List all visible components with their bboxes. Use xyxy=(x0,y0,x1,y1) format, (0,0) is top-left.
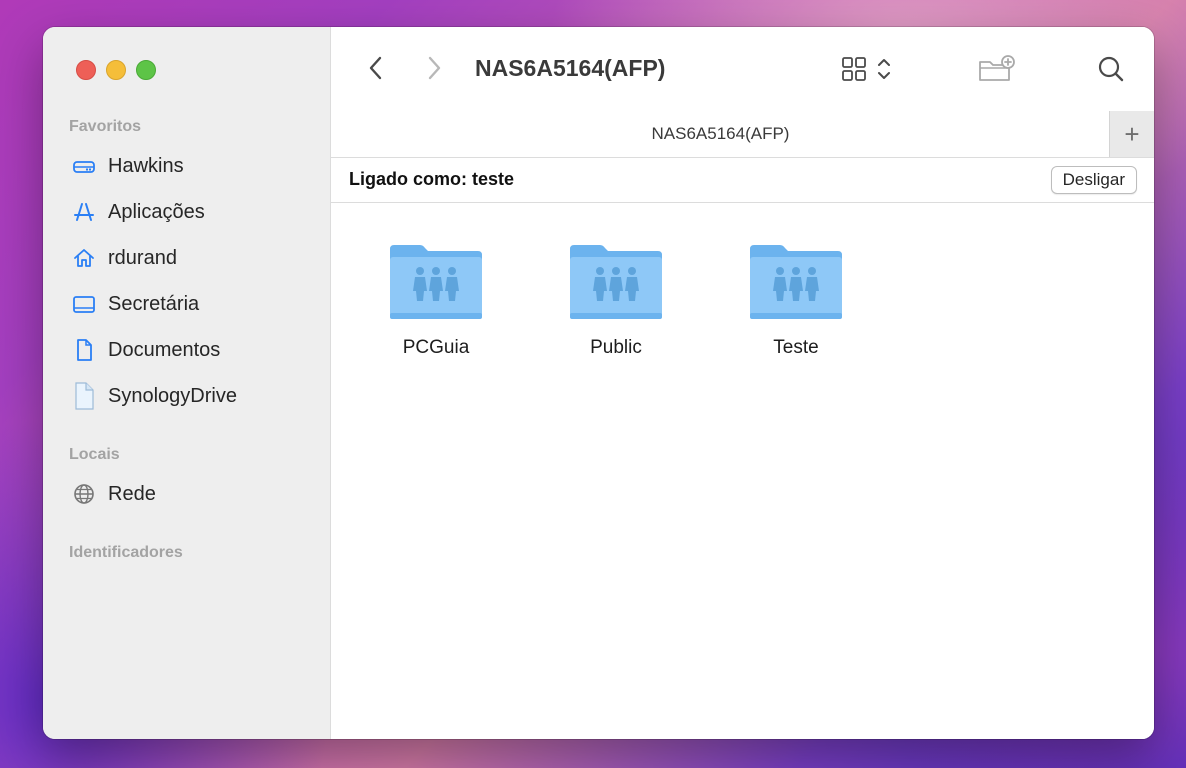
window-title: NAS6A5164(AFP) xyxy=(475,55,666,81)
tab-nas[interactable]: NAS6A5164(AFP) xyxy=(331,111,1110,157)
sidebar: Favoritos Hawkins Aplicações rdurand Sec… xyxy=(43,27,331,739)
sidebar-item-label: Hawkins xyxy=(108,154,184,177)
file-browser-content: PCGuia Public Teste xyxy=(331,203,1154,739)
folder-item-teste[interactable]: Teste xyxy=(726,237,866,377)
search-button[interactable] xyxy=(1095,53,1127,85)
folder-name: Teste xyxy=(773,337,819,358)
minimize-window-button[interactable] xyxy=(106,60,126,80)
search-icon xyxy=(1098,56,1124,82)
home-icon xyxy=(71,245,97,271)
disconnect-button[interactable]: Desligar xyxy=(1050,166,1137,194)
sidebar-item-label: Rede xyxy=(108,482,156,505)
sidebar-section-locations: Locais xyxy=(69,446,120,463)
window-controls xyxy=(76,60,156,80)
sidebar-section-tags: Identificadores xyxy=(69,544,183,561)
back-button[interactable] xyxy=(361,53,391,83)
sidebar-item-secretaria[interactable]: Secretária xyxy=(71,289,199,319)
sidebar-section-favorites: Favoritos xyxy=(69,118,142,135)
folder-add-icon xyxy=(979,55,1015,81)
folder-item-public[interactable]: Public xyxy=(546,237,686,377)
toolbar: NAS6A5164(AFP) xyxy=(331,27,1154,111)
sidebar-item-label: SynologyDrive xyxy=(108,384,237,407)
chevron-updown-icon xyxy=(878,59,890,79)
zoom-window-button[interactable] xyxy=(136,60,156,80)
new-folder-button[interactable] xyxy=(977,53,1017,85)
shared-folder-icon xyxy=(390,245,482,319)
drive-icon xyxy=(71,153,97,179)
sidebar-item-label: Secretária xyxy=(108,292,200,315)
shared-folder-icon xyxy=(750,245,842,319)
sidebar-item-label: Aplicações xyxy=(108,200,205,223)
add-tab-button[interactable]: + xyxy=(1109,111,1154,157)
view-mode-button[interactable] xyxy=(839,53,897,85)
network-globe-icon xyxy=(71,481,97,507)
folder-name: Public xyxy=(590,337,642,358)
shared-folder-icon xyxy=(570,245,662,319)
file-icon xyxy=(71,382,97,410)
close-window-button[interactable] xyxy=(76,60,96,80)
sidebar-item-label: Documentos xyxy=(108,338,221,361)
chevron-left-icon xyxy=(369,56,382,80)
sidebar-item-documentos[interactable]: Documentos xyxy=(71,335,220,365)
connected-as-label: Ligado como: teste xyxy=(349,169,515,189)
sidebar-item-label: rdurand xyxy=(108,246,177,269)
sidebar-item-synologydrive[interactable]: SynologyDrive xyxy=(71,381,237,411)
folder-name: PCGuia xyxy=(402,337,470,358)
folder-item-pcguia[interactable]: PCGuia xyxy=(366,237,506,377)
sidebar-item-hawkins[interactable]: Hawkins xyxy=(71,151,184,181)
desktop-icon xyxy=(71,291,97,317)
forward-button[interactable] xyxy=(419,53,449,83)
document-icon xyxy=(71,337,97,363)
grid-view-icon xyxy=(842,57,866,81)
tab-bar: NAS6A5164(AFP) + xyxy=(331,111,1154,158)
sidebar-item-rede[interactable]: Rede xyxy=(71,479,156,509)
sidebar-item-rdurand[interactable]: rdurand xyxy=(71,243,177,273)
connection-bar: Ligado como: teste Desligar xyxy=(331,158,1154,203)
chevron-right-icon xyxy=(428,56,441,80)
finder-window: Favoritos Hawkins Aplicações rdurand Sec… xyxy=(43,27,1154,739)
applications-icon xyxy=(71,199,97,225)
sidebar-item-aplicacoes[interactable]: Aplicações xyxy=(71,197,205,227)
